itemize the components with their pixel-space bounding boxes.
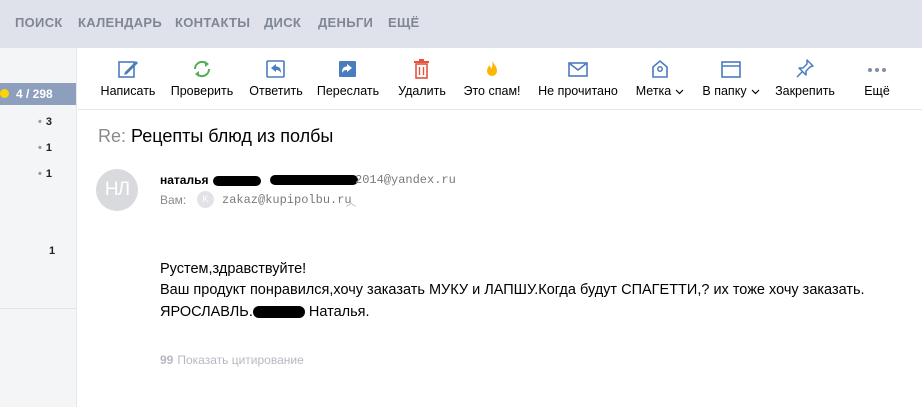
folder-count-value: 1 <box>45 168 52 180</box>
subject-prefix: Re: <box>98 126 127 146</box>
nav-more[interactable]: ЕЩЁ <box>388 15 420 30</box>
redaction-mark <box>213 176 261 186</box>
pin-label: Закрепить <box>775 84 835 98</box>
folder-sidebar: 4 / 298 • 3 • 1 • 1 1 <box>0 48 77 407</box>
more-actions-label: Ещё <box>864 84 890 98</box>
folder-icon <box>721 61 741 78</box>
mark-unread-button[interactable]: Не прочитано <box>534 58 622 104</box>
chevron-down-icon <box>751 89 760 95</box>
recipient-label: Вам: <box>160 193 187 207</box>
chevron-down-icon <box>675 89 684 95</box>
nav-disk[interactable]: ДИСК <box>264 15 301 30</box>
message-body-line: Ваш продукт понравился,хочу заказать МУК… <box>160 282 865 298</box>
reply-button[interactable]: Ответить <box>246 58 306 104</box>
label-dropdown-label: Метка <box>635 84 672 98</box>
folder-count-value: 1 <box>49 245 56 257</box>
trash-icon <box>414 59 429 79</box>
sidebar-divider <box>0 308 76 309</box>
chevron-up-icon[interactable]: ︿ <box>346 194 356 209</box>
folder-count[interactable]: • 3 <box>38 116 52 128</box>
top-navigation: ПОИСК КАЛЕНДАРЬ КОНТАКТЫ ДИСК ДЕНЬГИ ЕЩЁ <box>0 0 922 48</box>
check-button[interactable]: Проверить <box>168 58 236 104</box>
tag-icon <box>652 59 668 78</box>
move-to-folder-dropdown[interactable]: В папку <box>698 58 764 104</box>
show-quote-label: Показать цитирование <box>177 353 304 367</box>
folder-count-value: 3 <box>45 116 52 128</box>
sender-avatar[interactable]: НЛ <box>96 169 138 211</box>
nav-search[interactable]: ПОИСК <box>15 15 63 30</box>
check-label: Проверить <box>170 84 234 98</box>
recipient-avatar: K <box>197 191 214 208</box>
move-to-folder-label: В папку <box>702 84 747 98</box>
spam-button[interactable]: Это спам! <box>460 58 524 104</box>
folder-count-value: 1 <box>45 142 52 154</box>
pin-button[interactable]: Закрепить <box>772 58 838 104</box>
sender-name[interactable]: наталья <box>160 173 208 187</box>
more-dots-icon <box>868 68 886 72</box>
reply-icon <box>266 60 285 78</box>
message-body-line: Рустем,здравствуйте! <box>160 261 307 277</box>
unread-dot-icon <box>0 89 9 98</box>
folder-count[interactable]: • 1 <box>38 142 52 154</box>
more-actions-button[interactable]: Ещё <box>856 58 898 104</box>
message-subject: Re: Рецепты блюд из полбы <box>98 126 333 147</box>
forward-icon <box>339 61 356 77</box>
pencil-icon <box>118 61 138 78</box>
body-city: ЯРОСЛАВЛЬ. <box>160 304 253 320</box>
label-dropdown[interactable]: Метка <box>630 58 690 104</box>
redaction-mark <box>252 306 305 319</box>
quote-icon: 99 <box>160 353 174 367</box>
write-button[interactable]: Написать <box>98 58 158 104</box>
message-toolbar: Написать Проверить Ответить Переслать Уд… <box>78 48 922 110</box>
inbox-counter[interactable]: 4 / 298 <box>0 83 76 105</box>
sender-email[interactable]: 2014@yandex.ru <box>355 173 456 187</box>
mark-unread-label: Не прочитано <box>538 84 618 98</box>
recipient-email[interactable]: zakaz@kupipolbu.ru <box>222 193 352 207</box>
message-body-line: ЯРОСЛАВЛЬ. Наталья. <box>160 304 370 320</box>
refresh-icon <box>193 60 211 78</box>
show-quote-link[interactable]: 99 Показать цитирование <box>160 353 304 367</box>
body-signature: Наталья. <box>304 304 370 320</box>
write-label: Написать <box>100 84 156 98</box>
folder-count[interactable]: 1 <box>49 245 55 257</box>
nav-calendar[interactable]: КАЛЕНДАРЬ <box>78 15 162 30</box>
redaction-mark <box>270 175 358 185</box>
nav-contacts[interactable]: КОНТАКТЫ <box>175 15 250 30</box>
envelope-icon <box>568 62 588 77</box>
inbox-counter-text: 4 / 298 <box>16 87 53 101</box>
reply-label: Ответить <box>249 84 303 98</box>
forward-label: Переслать <box>316 84 380 98</box>
delete-button[interactable]: Удалить <box>394 58 450 104</box>
folder-count[interactable]: • 1 <box>38 168 52 180</box>
fire-icon <box>487 60 497 76</box>
forward-button[interactable]: Переслать <box>314 58 382 104</box>
pin-icon <box>796 59 814 78</box>
delete-label: Удалить <box>398 84 446 98</box>
nav-money[interactable]: ДЕНЬГИ <box>318 15 373 30</box>
subject-text: Рецепты блюд из полбы <box>131 126 334 146</box>
spam-label: Это спам! <box>463 84 521 98</box>
